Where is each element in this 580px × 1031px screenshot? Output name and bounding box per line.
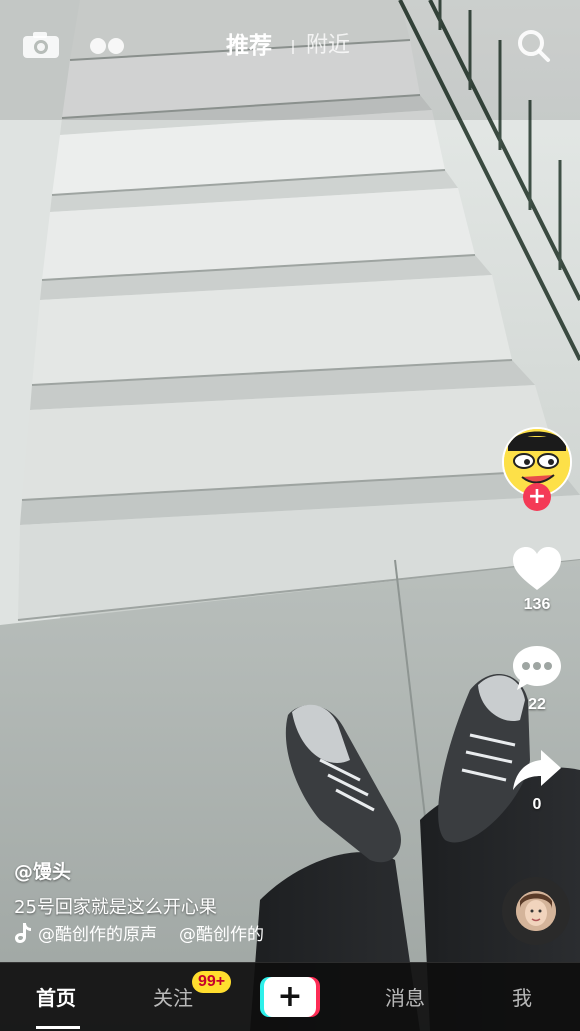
author-name[interactable]: @馒头 [14, 857, 71, 884]
nav-follow[interactable]: 关注 [153, 985, 193, 1011]
comment-bubble-icon [513, 646, 561, 690]
music-disc-cover [516, 891, 556, 931]
follow-plus-button[interactable]: + [523, 483, 551, 511]
tab-recommend[interactable]: 推荐 [226, 32, 272, 60]
music-credit-repeat: @酷创作的 [179, 925, 264, 945]
search-icon[interactable] [517, 29, 551, 63]
comment-button[interactable]: 22 [506, 644, 568, 714]
camera-icon[interactable] [22, 30, 60, 60]
tab-nearby[interactable]: 附近 [306, 32, 350, 60]
nav-me[interactable]: 我 [512, 985, 532, 1011]
post-description: 25号回家就是这么开心果 [14, 897, 217, 918]
nav-messages[interactable]: 消息 [385, 985, 425, 1011]
music-marquee[interactable]: @酷创作的原声 @酷创作的 [14, 921, 314, 949]
video-player[interactable] [0, 0, 580, 1031]
create-plus-icon: + [264, 977, 316, 1017]
bottom-nav: 首页 关注 99+ + 消息 我 [0, 962, 580, 1031]
app-screen: 推荐 附近 + 136 22 0 @馒头 25号回家就是这么开心果 @酷创作的原… [0, 0, 580, 1031]
create-button[interactable]: + [260, 977, 320, 1017]
music-credit: @酷创作的原声 [38, 925, 157, 945]
disc-cover-portrait [516, 891, 556, 931]
like-button[interactable]: 136 [506, 546, 568, 614]
nav-home[interactable]: 首页 [36, 985, 76, 1011]
share-button[interactable]: 0 [506, 748, 568, 814]
duo-camera-icon[interactable] [88, 36, 126, 56]
video-frame [0, 0, 580, 1031]
share-count: 0 [532, 796, 542, 813]
top-bar: 推荐 附近 [0, 0, 580, 96]
follow-badge: 99+ [192, 971, 232, 993]
tab-divider [292, 40, 294, 54]
comment-count: 22 [528, 696, 546, 713]
share-arrow-icon [513, 750, 561, 790]
author-avatar-group: + [502, 427, 572, 511]
heart-icon [513, 547, 561, 590]
nav-home-active-indicator [36, 1026, 80, 1029]
like-count: 136 [523, 596, 551, 613]
music-note-icon [15, 923, 31, 943]
music-disc[interactable] [502, 877, 570, 945]
